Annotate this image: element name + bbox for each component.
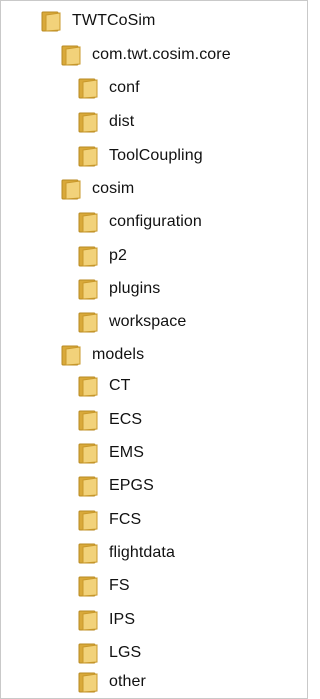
folder-icon: [78, 376, 98, 397]
tree-item-label: ToolCoupling: [109, 147, 203, 164]
folder-icon: [78, 643, 98, 664]
tree-item-label: workspace: [109, 313, 187, 330]
tree-item-toolcoupling[interactable]: ToolCoupling: [78, 140, 203, 172]
tree-item-fcs[interactable]: FCS: [78, 504, 141, 536]
folder-icon: [78, 576, 98, 597]
tree-item-other[interactable]: other: [78, 666, 146, 698]
tree-item-p2[interactable]: p2: [78, 240, 127, 272]
tree-item-ems[interactable]: EMS: [78, 437, 144, 469]
tree-item-lgs[interactable]: LGS: [78, 637, 141, 669]
tree-item-cosim[interactable]: cosim: [61, 173, 134, 205]
folder-icon: [78, 410, 98, 431]
tree-item-ecs[interactable]: ECS: [78, 404, 142, 436]
folder-icon: [78, 279, 98, 300]
folder-icon: [61, 179, 81, 200]
tree-item-label: other: [109, 673, 146, 690]
explorer-tree-panel: TWTCoSim com.twt.cosim.core conf dist To…: [0, 0, 308, 699]
tree-item-ct[interactable]: CT: [78, 370, 131, 402]
tree-item-label: com.twt.cosim.core: [92, 46, 231, 63]
tree-item-label: plugins: [109, 280, 161, 297]
folder-icon: [78, 443, 98, 464]
tree-item-label: TWTCoSim: [72, 12, 156, 29]
folder-icon: [78, 78, 98, 99]
tree-item-flightdata[interactable]: flightdata: [78, 537, 175, 569]
tree-item-label: models: [92, 346, 145, 363]
tree-item-configuration[interactable]: configuration: [78, 206, 202, 238]
tree-item-label: FS: [109, 577, 130, 594]
tree-item-label: CT: [109, 377, 131, 394]
folder-icon: [41, 11, 61, 32]
tree-item-models[interactable]: models: [61, 339, 144, 371]
tree-item-fs[interactable]: FS: [78, 570, 130, 602]
folder-icon: [78, 610, 98, 631]
tree-item-conf[interactable]: conf: [78, 72, 140, 104]
folder-icon: [78, 146, 98, 167]
tree-item-label: FCS: [109, 511, 142, 528]
folder-icon: [78, 312, 98, 333]
tree-item-dist[interactable]: dist: [78, 106, 134, 138]
tree-item-com-twt-cosim-core[interactable]: com.twt.cosim.core: [61, 39, 231, 71]
tree-item-label: ECS: [109, 411, 143, 428]
tree-item-epgs[interactable]: EPGS: [78, 470, 154, 502]
tree-item-label: EPGS: [109, 477, 154, 494]
tree-item-ips[interactable]: IPS: [78, 604, 135, 636]
tree-item-label: EMS: [109, 444, 144, 461]
folder-icon: [78, 476, 98, 497]
tree-item-label: flightdata: [109, 544, 175, 561]
folder-icon: [61, 345, 81, 366]
tree-item-twtcosim[interactable]: TWTCoSim: [41, 5, 155, 37]
tree-item-workspace[interactable]: workspace: [78, 306, 186, 338]
tree-item-label: dist: [109, 113, 135, 130]
folder-icon: [61, 45, 81, 66]
folder-icon: [78, 510, 98, 531]
folder-icon: [78, 212, 98, 233]
folder-icon: [78, 543, 98, 564]
tree-item-label: cosim: [92, 180, 135, 197]
tree-item-label: conf: [109, 79, 140, 96]
tree-item-label: IPS: [109, 611, 136, 628]
tree-item-label: configuration: [109, 213, 202, 230]
folder-icon: [78, 246, 98, 267]
tree-item-label: p2: [109, 247, 127, 264]
folder-icon: [78, 672, 98, 693]
tree-item-plugins[interactable]: plugins: [78, 273, 160, 305]
folder-icon: [78, 112, 98, 133]
tree-item-label: LGS: [109, 644, 142, 661]
